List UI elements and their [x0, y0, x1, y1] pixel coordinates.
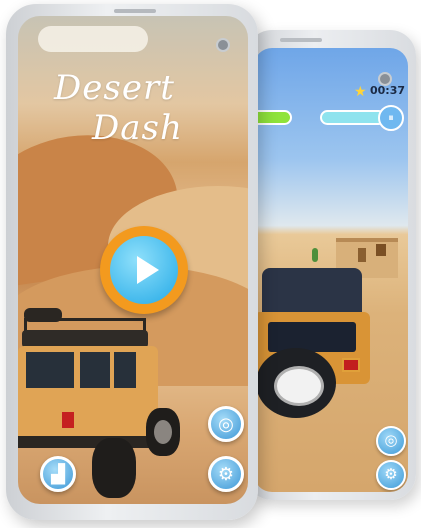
jeep-window: [26, 352, 74, 388]
game-title-line2: Dash: [92, 108, 183, 148]
jeep-roof: [262, 268, 362, 316]
play-button[interactable]: [100, 226, 188, 314]
player-jeep: [254, 268, 370, 418]
menu-phone: Desert Dash ◎ ⚙ ▟: [6, 4, 258, 520]
target-icon[interactable]: ◎: [208, 406, 244, 442]
game-title: Desert Dash: [48, 68, 238, 148]
phone-speaker-slot: [114, 9, 156, 13]
fuel-progress-bar: [320, 110, 386, 125]
boost-progress-bar: [254, 110, 292, 125]
settings-icon[interactable]: ⚙: [208, 456, 244, 492]
leaderboard-icon[interactable]: ▟: [40, 456, 76, 492]
settings-icon[interactable]: ⚙: [376, 460, 406, 490]
play-icon: [137, 256, 159, 284]
jeep-window: [80, 352, 110, 388]
play-button-face[interactable]: [110, 236, 178, 304]
cactus: [312, 248, 318, 262]
jeep-tail-light: [62, 412, 74, 428]
cloud: [38, 26, 148, 52]
target-icon[interactable]: ◎: [376, 426, 406, 456]
jeep-tail-light: [342, 358, 360, 372]
jeep-window: [114, 352, 136, 388]
jeep-spare-rim: [274, 366, 324, 406]
jeep-rear-window: [268, 322, 356, 352]
gameplay-phone: ★ 00:37 ⏸ ◎ ⚙: [246, 30, 416, 500]
gameplay-screen: ★ 00:37 ⏸ ◎ ⚙: [254, 48, 408, 492]
jeep-rear-rim: [154, 420, 172, 444]
camera-icon: [216, 38, 230, 52]
building-door: [358, 248, 366, 262]
building-window: [376, 244, 386, 256]
timer-text: 00:37: [370, 84, 406, 97]
pause-icon[interactable]: ⏸: [378, 105, 404, 131]
menu-screen: Desert Dash ◎ ⚙ ▟: [18, 16, 248, 504]
game-title-line1: Desert: [54, 68, 175, 108]
star-icon: ★: [354, 83, 367, 99]
jeep-front-tire: [92, 438, 136, 498]
phone-speaker-slot: [280, 38, 322, 42]
